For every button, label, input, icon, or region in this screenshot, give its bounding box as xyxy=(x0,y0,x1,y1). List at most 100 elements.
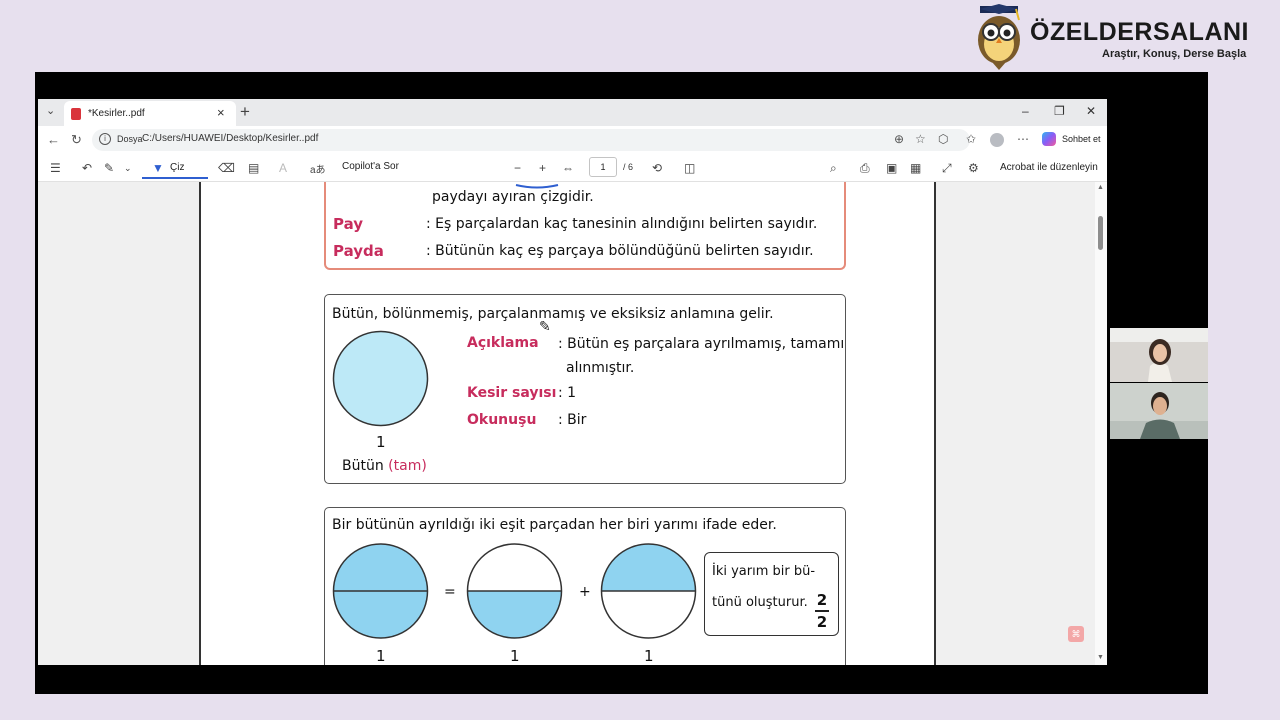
circle-label-1: 1 xyxy=(376,647,386,665)
zoom-out-icon[interactable]: − xyxy=(514,161,521,175)
fraction-bar xyxy=(815,610,829,612)
definitions-box: paydayı ayıran çizgidir. Pay : Eş parçal… xyxy=(324,182,846,270)
whole-caption-word: Bütün xyxy=(342,458,384,474)
chat-button[interactable]: Sohbet et xyxy=(1062,134,1101,144)
more-options-icon[interactable]: ⋯ xyxy=(1017,132,1029,146)
circle-label-2: 1 xyxy=(510,647,520,665)
text-box-icon[interactable]: ▤ xyxy=(248,161,259,175)
address-bar[interactable]: i Dosya C:/Users/HUAWEI/Desktop/Kesirler… xyxy=(92,129,970,151)
note-box: İki yarım bir bü- tünü oluşturur. 2 2 xyxy=(704,552,839,636)
explanation-text-1: : Bütün eş parçalara ayrılmamış, tamamı xyxy=(558,336,845,352)
new-tab-icon[interactable]: + xyxy=(240,102,250,122)
settings-gear-icon[interactable]: ⚙ xyxy=(968,161,979,175)
eraser-icon[interactable]: ⌫ xyxy=(218,161,235,175)
whole-circle-number: 1 xyxy=(376,433,386,451)
top-half-circle xyxy=(600,543,697,639)
refresh-icon[interactable]: ↻ xyxy=(71,132,82,148)
tab-title: *Kesirler..pdf xyxy=(88,108,145,119)
tab-actions-chevron-icon[interactable]: ⌄ xyxy=(46,104,55,117)
rotate-icon[interactable]: ⟲ xyxy=(652,161,662,175)
note-line-1: İki yarım bir bü- xyxy=(712,564,816,579)
brand-name: ÖZELDERSALANI xyxy=(1030,18,1249,46)
whole-caption: Bütün (tam) xyxy=(342,458,427,474)
circle-label-3: 1 xyxy=(644,647,654,665)
fraction-denominator: 2 xyxy=(816,613,828,631)
read-aloud-icon[interactable]: aあ xyxy=(310,161,326,176)
draw-icon: ▼ xyxy=(152,161,164,175)
favorite-star-icon[interactable]: ☆ xyxy=(915,132,926,146)
close-window-icon[interactable]: ✕ xyxy=(1086,104,1096,118)
plus-sign: + xyxy=(579,584,591,600)
favorites-icon[interactable]: ✩ xyxy=(966,132,976,146)
highlight-icon[interactable]: ✎ xyxy=(104,161,114,175)
minimize-icon[interactable]: – xyxy=(1022,104,1029,118)
intro-line: paydayı ayıran çizgidir. xyxy=(432,189,594,205)
whole-heading: Bütün, bölünmemiş, parçalanmamış ve eksi… xyxy=(332,306,774,322)
save-icon[interactable]: ▣ xyxy=(886,161,897,175)
scroll-up-icon[interactable]: ▲ xyxy=(1097,184,1104,191)
copilot-icon[interactable] xyxy=(1042,132,1056,146)
ink-annotation-stroke xyxy=(515,184,559,189)
bottom-half-circle xyxy=(466,543,563,639)
half-heading: Bir bütünün ayrıldığı iki eşit parçadan … xyxy=(332,517,777,533)
pdf-toolbar: ☰ ↶ ✎ ⌄ ▼ Çiz ⌫ ▤ A aあ Copilot'a Sor − +… xyxy=(38,154,1107,182)
term-pay: Pay xyxy=(333,215,364,233)
highlight-chevron-icon[interactable]: ⌄ xyxy=(124,163,132,174)
page-view-icon[interactable]: ◫ xyxy=(684,161,695,175)
search-icon[interactable]: ⌕ xyxy=(830,161,837,176)
whole-box: Bütün, bölünmemiş, parçalanmamış ve eksi… xyxy=(324,294,846,484)
browser-window: ⌄ *Kesirler..pdf × + – ❐ ✕ ← ↻ i Dosya C… xyxy=(38,99,1107,665)
close-tab-icon[interactable]: × xyxy=(217,105,225,120)
address-label: Dosya xyxy=(117,134,143,144)
owl-mascot-icon xyxy=(978,4,1020,70)
fraction-count-key: Kesir sayısı xyxy=(467,385,557,401)
participant-video-1 xyxy=(1110,328,1208,382)
contents-icon[interactable]: ☰ xyxy=(50,161,61,175)
maximize-icon[interactable]: ❐ xyxy=(1054,104,1065,118)
copilot-ask-button[interactable]: Copilot'a Sor xyxy=(342,161,399,172)
fullscreen-icon[interactable]: ⤢ xyxy=(942,161,952,176)
half-box: Bir bütünün ayrıldığı iki eşit parçadan … xyxy=(324,507,846,665)
draw-button[interactable]: ▼ Çiz xyxy=(142,157,208,179)
note-line-2: tünü oluşturur. xyxy=(712,595,808,610)
tab-pdf[interactable]: *Kesirler..pdf × xyxy=(64,101,236,126)
whole-caption-suffix: (tam) xyxy=(388,458,427,474)
scroll-thumb[interactable] xyxy=(1098,216,1103,250)
term-payda: Payda xyxy=(333,242,384,260)
pdf-page: paydayı ayıran çizgidir. Pay : Eş parçal… xyxy=(199,182,936,665)
extensions-icon[interactable]: ⬡ xyxy=(938,132,948,146)
acrobat-badge-icon[interactable]: ⌘ xyxy=(1068,626,1084,642)
whole-circle xyxy=(332,330,429,427)
undo-icon[interactable]: ↶ xyxy=(82,161,92,175)
reading-value: : Bir xyxy=(558,412,587,428)
zoom-icon[interactable]: ⊕ xyxy=(894,132,904,146)
address-bar-row: ← ↻ i Dosya C:/Users/HUAWEI/Desktop/Kesi… xyxy=(38,126,1107,154)
fraction-count-value: : 1 xyxy=(558,385,577,401)
vertical-scrollbar[interactable]: ▲ ▼ xyxy=(1095,182,1107,665)
participant-video-2 xyxy=(1110,383,1208,439)
explanation-key: Açıklama xyxy=(467,335,539,351)
print-icon[interactable]: ⎙ xyxy=(860,161,870,176)
back-icon[interactable]: ← xyxy=(47,132,60,147)
info-icon[interactable]: i xyxy=(99,133,111,145)
text-size-icon[interactable]: A xyxy=(279,161,287,175)
brand-logo: ÖZELDERSALANI Araştır, Konuş, Derse Başl… xyxy=(972,4,1272,72)
zoom-in-icon[interactable]: + xyxy=(539,161,546,175)
pen-cursor-icon: ✎ xyxy=(539,318,551,334)
term-payda-definition: : Bütünün kaç eş parçaya bölündüğünü bel… xyxy=(426,243,814,259)
profile-avatar[interactable] xyxy=(990,133,1004,147)
save-as-icon[interactable]: ▦ xyxy=(910,161,921,175)
draw-label: Çiz xyxy=(170,162,185,173)
fit-page-icon[interactable]: ⇔ xyxy=(562,161,574,175)
scroll-down-icon[interactable]: ▼ xyxy=(1097,654,1104,661)
address-url[interactable]: C:/Users/HUAWEI/Desktop/Kesirler..pdf xyxy=(142,133,318,144)
explanation-text-2: alınmıştır. xyxy=(566,360,635,376)
equals-sign: = xyxy=(444,584,456,600)
pdf-viewer[interactable]: paydayı ayıran çizgidir. Pay : Eş parçal… xyxy=(38,182,1095,665)
page-total: / 6 xyxy=(623,162,634,172)
fraction-numerator: 2 xyxy=(816,591,828,609)
term-pay-definition: : Eş parçalardan kaç tanesinin alındığın… xyxy=(426,216,818,232)
page-number-input[interactable]: 1 xyxy=(589,157,617,177)
tab-bar: ⌄ *Kesirler..pdf × + – ❐ ✕ xyxy=(38,99,1107,126)
acrobat-edit-link[interactable]: Acrobat ile düzenleyin xyxy=(1000,162,1098,173)
